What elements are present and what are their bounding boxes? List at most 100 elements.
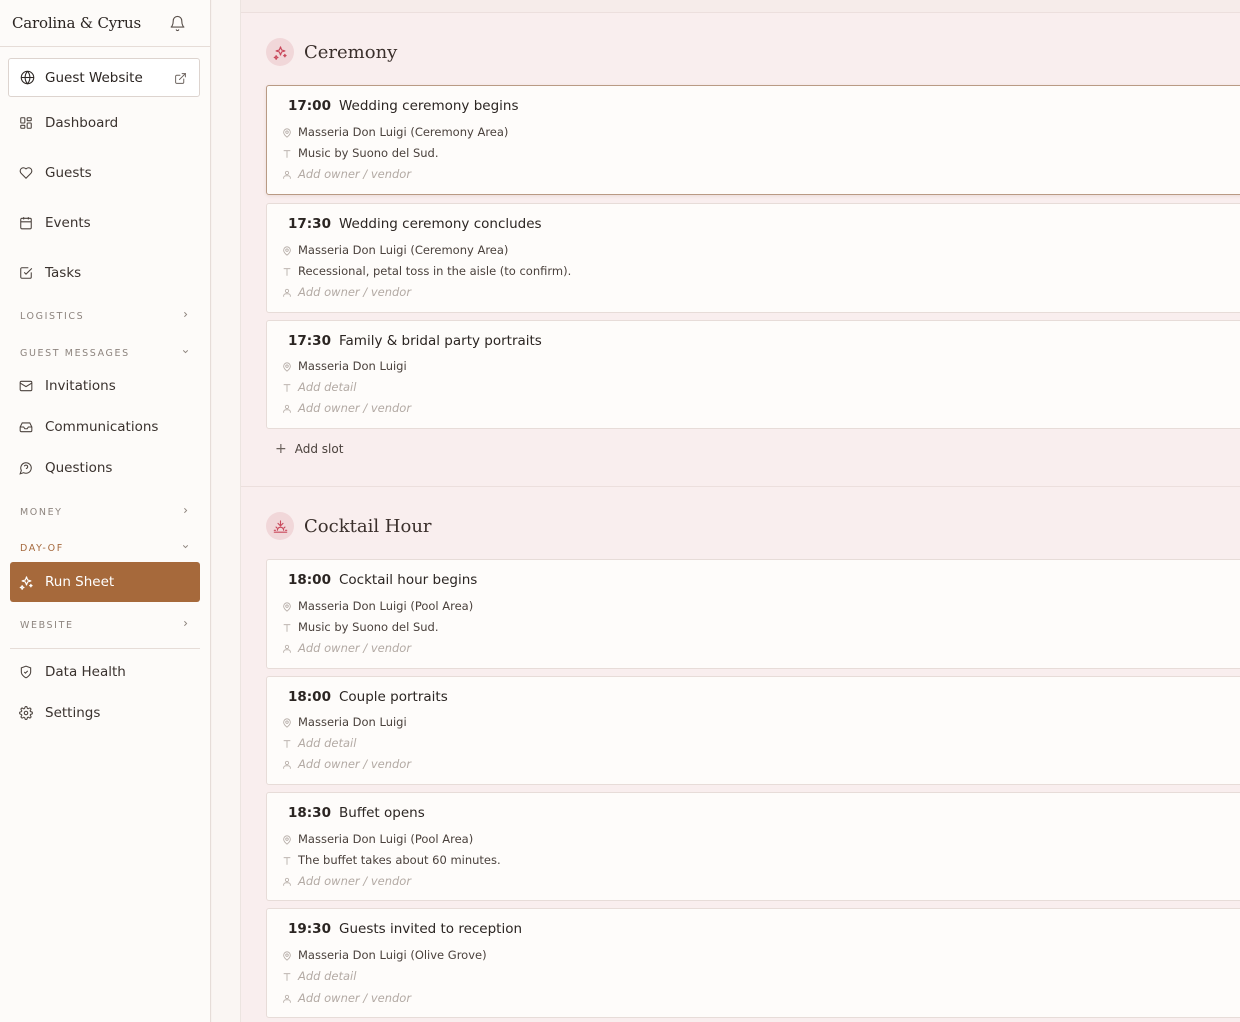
map-pin-icon (282, 717, 292, 728)
section-website-label: WEBSITE (20, 619, 74, 631)
slot-owner-row[interactable]: Add owner / vendor (282, 641, 411, 655)
slot-owner-row[interactable]: Add owner / vendor (282, 874, 411, 888)
slot-title[interactable]: Couple portraits (339, 689, 448, 705)
guest-website-button[interactable]: Guest Website (8, 58, 200, 97)
slot-title[interactable]: Cocktail hour begins (339, 572, 477, 588)
plus-icon: + (275, 441, 287, 457)
chevron-down-icon (181, 347, 190, 359)
add-slot-button[interactable]: + Add slot (275, 441, 343, 457)
section-guest-messages[interactable]: GUEST MESSAGES (20, 344, 190, 362)
sunset-icon (266, 512, 294, 540)
slot-card[interactable]: 18:00 Couple portraits Masseria Don Luigi… (266, 676, 1240, 785)
slot-detail: Music by Suono del Sud. (298, 620, 439, 634)
slot-title[interactable]: Buffet opens (339, 805, 425, 821)
nav-events[interactable]: Events (10, 206, 200, 240)
nav-tasks[interactable]: Tasks (10, 256, 200, 290)
slot-time[interactable]: 18:00 (288, 689, 339, 705)
slot-detail-row[interactable]: The buffet takes about 60 minutes. (282, 853, 501, 867)
section-day-of[interactable]: DAY-OF (20, 539, 190, 557)
run-sheet-main: Ceremony 17:00 Wedding ceremony begins Ma… (241, 0, 1240, 1022)
slot-time[interactable]: 18:30 (288, 805, 339, 821)
slot-time[interactable]: 18:00 (288, 572, 339, 588)
slot-title[interactable]: Guests invited to reception (339, 921, 522, 937)
user-icon (282, 169, 292, 179)
section-title: Cocktail Hour (304, 515, 432, 537)
slot-detail: The buffet takes about 60 minutes. (298, 853, 501, 867)
slot-detail-row[interactable]: Add detail (282, 736, 356, 750)
sparkles-icon (266, 38, 294, 66)
slot-title[interactable]: Wedding ceremony begins (339, 98, 519, 114)
chevron-right-icon (181, 619, 190, 631)
section-website[interactable]: WEBSITE (20, 616, 190, 634)
slot-card[interactable]: 17:30 Wedding ceremony concludes Masseria… (266, 203, 1240, 313)
section-money-label: MONEY (20, 506, 63, 518)
slot-location-row[interactable]: Masseria Don Luigi (Ceremony Area) (282, 125, 508, 139)
nav-settings[interactable]: Settings (10, 696, 200, 730)
slot-location-row[interactable]: Masseria Don Luigi (Pool Area) (282, 832, 473, 846)
slot-card[interactable]: 19:30 Guests invited to reception Masseri… (266, 908, 1240, 1018)
user-icon (282, 759, 292, 769)
nav-questions[interactable]: Questions (10, 451, 200, 485)
chevron-right-icon (181, 310, 190, 322)
nav-questions-label: Questions (45, 460, 113, 476)
slot-owner-row[interactable]: Add owner / vendor (282, 991, 411, 1005)
nav-events-label: Events (45, 215, 91, 231)
chevron-right-icon (181, 506, 190, 518)
slot-location: Masseria Don Luigi (298, 715, 407, 729)
slot-card[interactable]: 18:30 Buffet opens Masseria Don Luigi (Po… (266, 792, 1240, 901)
bell-icon[interactable] (166, 12, 188, 34)
slot-location-row[interactable]: Masseria Don Luigi (282, 715, 407, 729)
slot-detail-row[interactable]: Music by Suono del Sud. (282, 620, 439, 634)
slot-time[interactable]: 19:30 (288, 921, 339, 937)
sidebar-gutter (212, 0, 241, 1022)
slot-time[interactable]: 17:00 (288, 98, 339, 114)
slot-owner: Add owner / vendor (298, 641, 412, 655)
user-icon (282, 643, 292, 653)
text-icon (282, 382, 292, 392)
slot-location: Masseria Don Luigi (Ceremony Area) (298, 243, 509, 257)
slot-owner-row[interactable]: Add owner / vendor (282, 401, 411, 415)
slot-time[interactable]: 17:30 (288, 333, 339, 349)
question-icon (19, 461, 34, 476)
nav-communications[interactable]: Communications (10, 410, 200, 444)
slot-owner: Add owner / vendor (298, 991, 412, 1005)
slot-detail-row[interactable]: Add detail (282, 380, 356, 394)
slot-title[interactable]: Wedding ceremony concludes (339, 216, 542, 232)
nav-dashboard[interactable]: Dashboard (10, 106, 200, 140)
slot-location-row[interactable]: Masseria Don Luigi (Pool Area) (282, 599, 473, 613)
inbox-icon (19, 420, 34, 435)
nav-guests-label: Guests (45, 165, 92, 181)
slot-detail-row[interactable]: Add detail (282, 969, 356, 983)
slot-detail-row[interactable]: Recessional, petal toss in the aisle (to… (282, 264, 571, 278)
section-separator (241, 486, 1240, 487)
nav-run-sheet[interactable]: Run Sheet (10, 562, 200, 602)
slot-owner-row[interactable]: Add owner / vendor (282, 167, 411, 181)
slot-card[interactable]: 17:00 Wedding ceremony begins Masseria Do… (266, 85, 1240, 195)
slot-detail: Add detail (298, 969, 357, 983)
text-icon (282, 148, 292, 158)
dashboard-icon (19, 116, 34, 131)
user-icon (282, 876, 292, 886)
calendar-icon (19, 216, 34, 231)
map-pin-icon (282, 361, 292, 372)
slot-location-row[interactable]: Masseria Don Luigi (Ceremony Area) (282, 243, 508, 257)
nav-invitations[interactable]: Invitations (10, 369, 200, 403)
nav-guests[interactable]: Guests (10, 156, 200, 190)
user-icon (282, 403, 292, 413)
slot-card[interactable]: 18:00 Cocktail hour begins Masseria Don L… (266, 559, 1240, 669)
slot-title[interactable]: Family & bridal party portraits (339, 333, 542, 349)
slot-owner-row[interactable]: Add owner / vendor (282, 285, 411, 299)
slot-location-row[interactable]: Masseria Don Luigi (Olive Grove) (282, 948, 487, 962)
top-strip (241, 0, 1240, 13)
section-logistics[interactable]: LOGISTICS (20, 307, 190, 325)
slot-detail-row[interactable]: Music by Suono del Sud. (282, 146, 439, 160)
nav-communications-label: Communications (45, 419, 159, 435)
slot-owner: Add owner / vendor (298, 874, 412, 888)
slot-location-row[interactable]: Masseria Don Luigi (282, 359, 407, 373)
slot-card[interactable]: 17:30 Family & bridal party portraits Mas… (266, 320, 1240, 429)
map-pin-icon (282, 601, 292, 612)
section-money[interactable]: MONEY (20, 503, 190, 521)
slot-owner-row[interactable]: Add owner / vendor (282, 757, 411, 771)
slot-time[interactable]: 17:30 (288, 216, 339, 232)
nav-data-health[interactable]: Data Health (10, 655, 200, 689)
